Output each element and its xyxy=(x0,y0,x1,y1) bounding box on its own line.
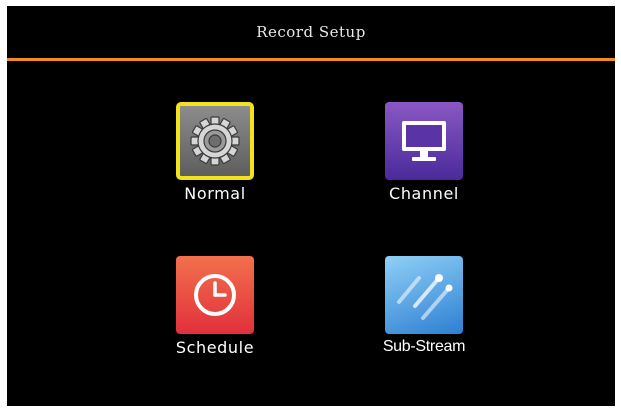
menu-item-substream-icon-box[interactable] xyxy=(385,256,463,334)
menu-item-channel[interactable]: Channel xyxy=(359,102,489,203)
menu-item-schedule-icon-box[interactable] xyxy=(176,256,254,334)
menu-item-normal-label: Normal xyxy=(184,184,246,203)
menu-item-channel-icon-box[interactable] xyxy=(385,102,463,180)
clock-icon xyxy=(194,274,236,316)
page-title: Record Setup xyxy=(256,23,366,41)
title-divider xyxy=(7,58,615,61)
menu-item-schedule[interactable]: Schedule xyxy=(150,256,280,357)
record-setup-screen: Record Setup Normal Channel Schedule Sub… xyxy=(7,6,615,406)
menu-item-substream-label: Sub-Stream xyxy=(382,338,466,355)
menu-item-normal-icon-box[interactable] xyxy=(176,102,254,180)
monitor-icon xyxy=(402,121,446,161)
gear-icon xyxy=(190,116,240,166)
title-bar: Record Setup xyxy=(7,6,615,58)
menu-item-normal[interactable]: Normal xyxy=(150,102,280,203)
menu-item-schedule-label: Schedule xyxy=(175,338,255,357)
menu-item-channel-label: Channel xyxy=(389,184,459,203)
menu-item-substream[interactable]: Sub-Stream xyxy=(359,256,489,356)
streams-icon xyxy=(397,274,453,320)
